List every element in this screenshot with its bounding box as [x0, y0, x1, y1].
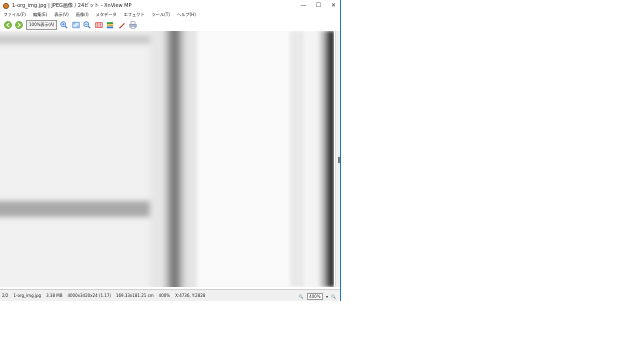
menu-view[interactable]: 表示(V) [51, 12, 73, 18]
window-title: 1-org_img.jpg | JPEG画像 / 24ビット - XnView … [12, 3, 132, 9]
back-button[interactable] [3, 21, 12, 30]
status-dimensions: 4000x3420x24 (1.17) [67, 293, 111, 298]
status-filename: 1-org_img.jpg [13, 293, 42, 298]
status-physical-size: 169.33x181.21 cm [115, 293, 154, 298]
close-button[interactable]: ✕ [326, 0, 340, 11]
toolbar: 100%表示(A) [0, 19, 340, 31]
zoom-in-small-icon[interactable]: 🔍 [331, 294, 336, 299]
status-zoom: 400% [158, 293, 171, 298]
menu-edit[interactable]: 編集(E) [29, 12, 50, 18]
edit-button[interactable] [117, 21, 126, 30]
zoom-out-icon [83, 21, 91, 29]
title-bar: 1-org_img.jpg | JPEG画像 / 24ビット - XnView … [0, 0, 340, 11]
forward-button[interactable] [15, 21, 24, 30]
window-controls: — ☐ ✕ [296, 0, 340, 11]
maximize-button[interactable]: ☐ [311, 0, 326, 11]
image-viewport[interactable] [0, 31, 340, 287]
zoom-dropdown-icon[interactable]: ▾ [326, 294, 328, 299]
status-coordinates: X:4736, Y:2828 [175, 293, 206, 298]
actual-size-button[interactable]: 100%表示(A) [26, 20, 58, 30]
zoom-in-button[interactable] [60, 21, 69, 30]
film-strip-button[interactable] [94, 21, 103, 30]
zoom-out-small-icon[interactable]: 🔍 [299, 294, 304, 299]
vertical-scrollbar[interactable] [335, 31, 340, 287]
zoom-select[interactable]: 400% [306, 292, 323, 300]
menu-file[interactable]: ファイル(F) [0, 12, 29, 18]
print-icon [129, 21, 137, 29]
menu-effects[interactable]: エフェクト [120, 12, 148, 18]
displayed-image [0, 31, 334, 287]
minimize-button[interactable]: — [296, 0, 311, 11]
back-icon [3, 21, 12, 29]
edit-brush-icon [118, 23, 125, 29]
layers-button[interactable] [106, 21, 115, 30]
scroll-grip[interactable] [337, 157, 340, 163]
fit-window-icon [72, 21, 80, 29]
print-button[interactable] [129, 21, 138, 30]
menu-help[interactable]: ヘルプ(H) [173, 12, 199, 18]
fit-window-button[interactable] [71, 21, 80, 30]
status-filesize: 3.38 MB [46, 293, 63, 298]
menu-tools[interactable]: ツール(T) [148, 12, 173, 18]
forward-icon [15, 21, 23, 29]
zoom-in-icon [60, 21, 68, 29]
layers-icon [107, 22, 114, 29]
xnview-app-icon [3, 2, 9, 9]
film-strip-icon [95, 22, 103, 28]
menu-bar: ファイル(F) 編集(E) 表示(V) 画像(I) メタデータ エフェクト ツー… [0, 11, 340, 19]
xnview-window: 1-org_img.jpg | JPEG画像 / 24ビット - XnView … [0, 0, 341, 301]
menu-metadata[interactable]: メタデータ [92, 12, 120, 18]
menu-image[interactable]: 画像(I) [72, 12, 92, 18]
zoom-controls: 🔍 400% ▾ 🔍 [299, 290, 339, 301]
status-bar: 2/2 1-org_img.jpg 3.38 MB 4000x3420x24 (… [0, 289, 340, 301]
zoom-out-button[interactable] [83, 21, 92, 30]
status-index: 2/2 [2, 293, 9, 298]
